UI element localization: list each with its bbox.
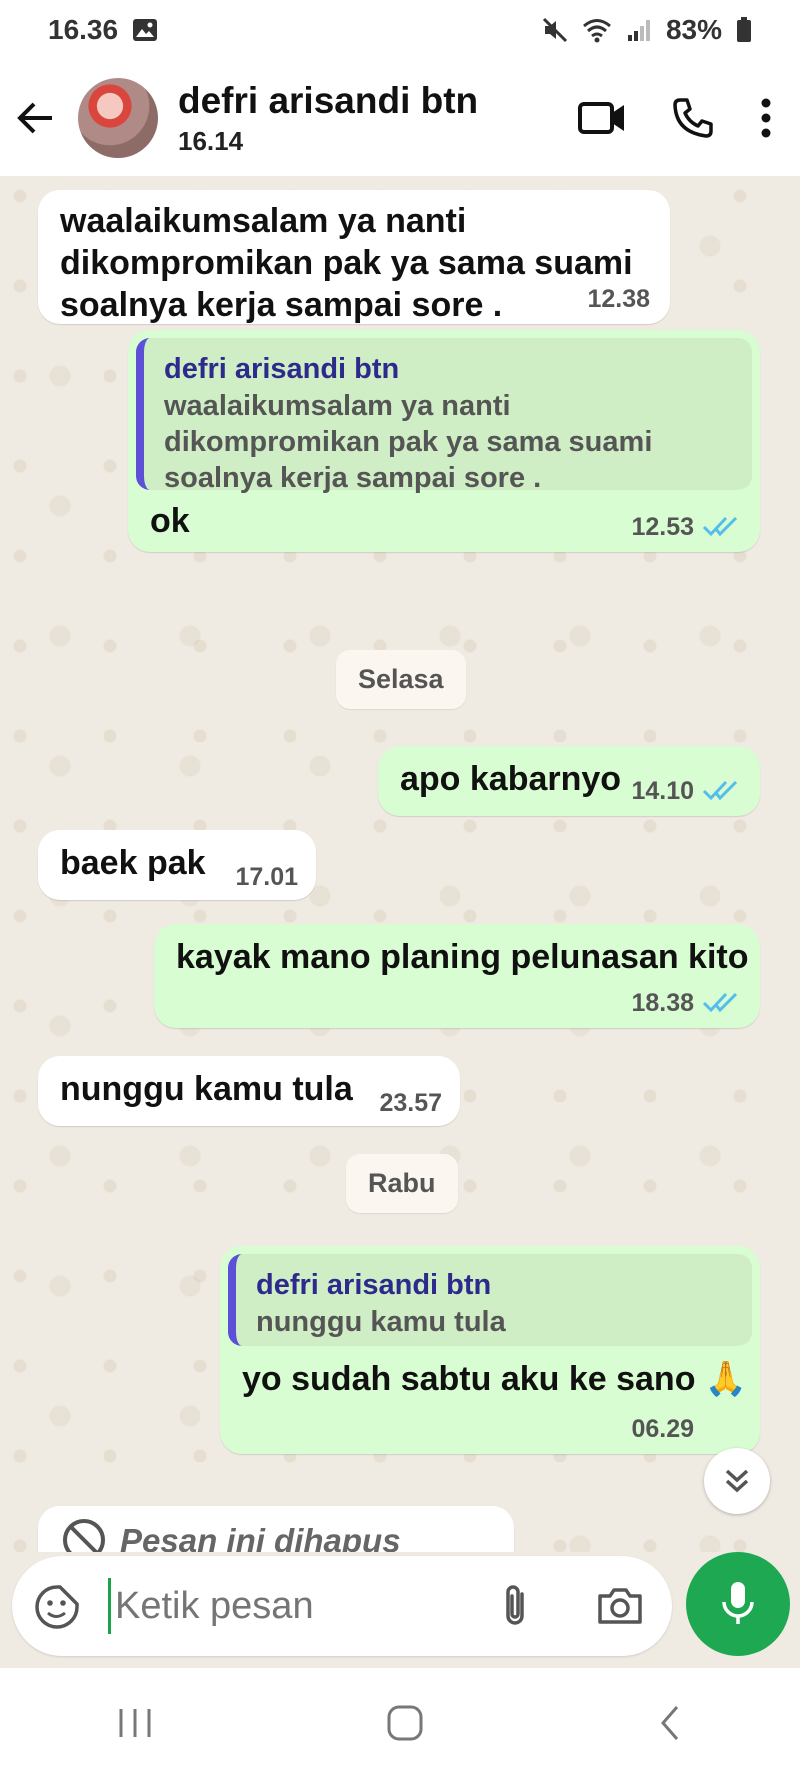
message-outgoing[interactable]: defri arisandi btn waalaikumsalam ya nan… — [128, 330, 760, 552]
message-text: yo sudah sabtu aku ke sano 🙏 — [242, 1360, 748, 1398]
double-chevron-down-icon — [725, 1469, 749, 1493]
message-time: 12.53 — [631, 513, 694, 541]
message-incoming[interactable]: baek pak 17.01 — [38, 830, 316, 900]
battery-percent: 83% — [665, 14, 722, 45]
message-time: 06.29 — [631, 1415, 694, 1443]
more-options-button[interactable] — [760, 98, 772, 138]
quote-sender: defri arisandi btn — [164, 353, 400, 385]
video-camera-icon — [578, 102, 624, 134]
quote-text: soalnya kerja sampai sore . — [164, 462, 542, 494]
message-outgoing[interactable]: kayak mano planing pelunasan kito 18.38 — [154, 924, 760, 1028]
mute-icon — [542, 17, 568, 43]
contact-last-seen: 16.14 — [178, 125, 244, 156]
message-outgoing[interactable]: defri arisandi btn nunggu kamu tula yo s… — [220, 1246, 760, 1454]
deleted-icon — [63, 1519, 105, 1552]
phone-icon — [673, 98, 713, 138]
message-deleted[interactable]: Pesan ini dihapus — [38, 1506, 514, 1552]
date-separator: Selasa — [336, 650, 466, 709]
quote-text: nunggu kamu tula — [256, 1306, 506, 1338]
contact-avatar[interactable] — [78, 78, 158, 158]
status-time: 16.36 — [48, 14, 119, 45]
message-text: dikompromikan pak ya sama suami — [60, 244, 633, 282]
home-icon[interactable] — [385, 1703, 425, 1743]
message-time: 17.01 — [235, 863, 298, 891]
message-text: apo kabarnyo — [400, 760, 622, 798]
message-time: 18.38 — [631, 989, 694, 1017]
message-outgoing[interactable]: apo kabarnyo 14.10 — [378, 746, 760, 816]
message-input-container — [12, 1556, 672, 1656]
voice-call-button[interactable] — [672, 97, 714, 139]
status-bar: 16.36 83% — [0, 0, 800, 60]
message-incoming[interactable]: nunggu kamu tula 23.57 — [38, 1056, 460, 1126]
scroll-to-bottom-button[interactable] — [704, 1448, 770, 1514]
composer — [0, 1552, 800, 1668]
quote-text: dikompromikan pak ya sama suami — [164, 426, 653, 458]
message-text: baek pak — [60, 844, 206, 882]
message-text: soalnya kerja sampai sore . — [60, 286, 503, 324]
emoji-sticker-icon[interactable] — [34, 1584, 80, 1630]
quoted-message[interactable]: defri arisandi btn waalaikumsalam ya nan… — [136, 338, 752, 494]
contact-name: defri arisandi btn — [178, 79, 479, 121]
wifi-icon — [582, 19, 611, 43]
date-separator: Rabu — [346, 1154, 458, 1213]
message-time: 14.10 — [631, 777, 694, 805]
message-text: kayak mano planing pelunasan kito — [176, 938, 749, 976]
message-text: waalaikumsalam ya nanti — [60, 202, 467, 240]
back-arrow-icon[interactable] — [16, 98, 56, 138]
read-ticks-icon — [702, 780, 738, 801]
message-incoming[interactable]: waalaikumsalam ya nanti dikompromikan pa… — [38, 190, 670, 324]
message-time: 23.57 — [379, 1089, 442, 1117]
message-text: Pesan ini dihapus — [120, 1522, 401, 1552]
battery-icon — [737, 17, 751, 42]
message-text: nunggu kamu tula — [60, 1070, 353, 1108]
video-call-button[interactable] — [578, 100, 626, 136]
attach-icon[interactable] — [500, 1582, 530, 1630]
recent-apps-icon[interactable] — [115, 1705, 155, 1741]
quote-sender: defri arisandi btn — [256, 1269, 492, 1301]
read-ticks-icon — [702, 516, 738, 537]
microphone-icon — [722, 1582, 754, 1624]
quote-text: waalaikumsalam ya nanti — [164, 390, 511, 422]
system-navigation-bar — [0, 1668, 800, 1777]
chat-header: defri arisandi btn 16.14 — [0, 60, 800, 176]
more-vertical-icon — [761, 98, 771, 138]
image-notification-icon — [133, 19, 158, 41]
camera-icon[interactable] — [596, 1586, 644, 1626]
message-time: 12.38 — [587, 285, 650, 313]
back-nav-icon[interactable] — [655, 1703, 685, 1743]
quoted-message[interactable]: defri arisandi btn nunggu kamu tula — [228, 1254, 752, 1346]
voice-message-button[interactable] — [686, 1552, 790, 1656]
message-text: ok — [150, 502, 190, 540]
chat-messages[interactable]: waalaikumsalam ya nanti dikompromikan pa… — [0, 176, 800, 1552]
signal-icon — [627, 20, 650, 41]
message-input[interactable] — [108, 1578, 497, 1634]
contact-info[interactable]: defri arisandi btn 16.14 — [178, 80, 578, 157]
read-ticks-icon — [702, 992, 738, 1013]
